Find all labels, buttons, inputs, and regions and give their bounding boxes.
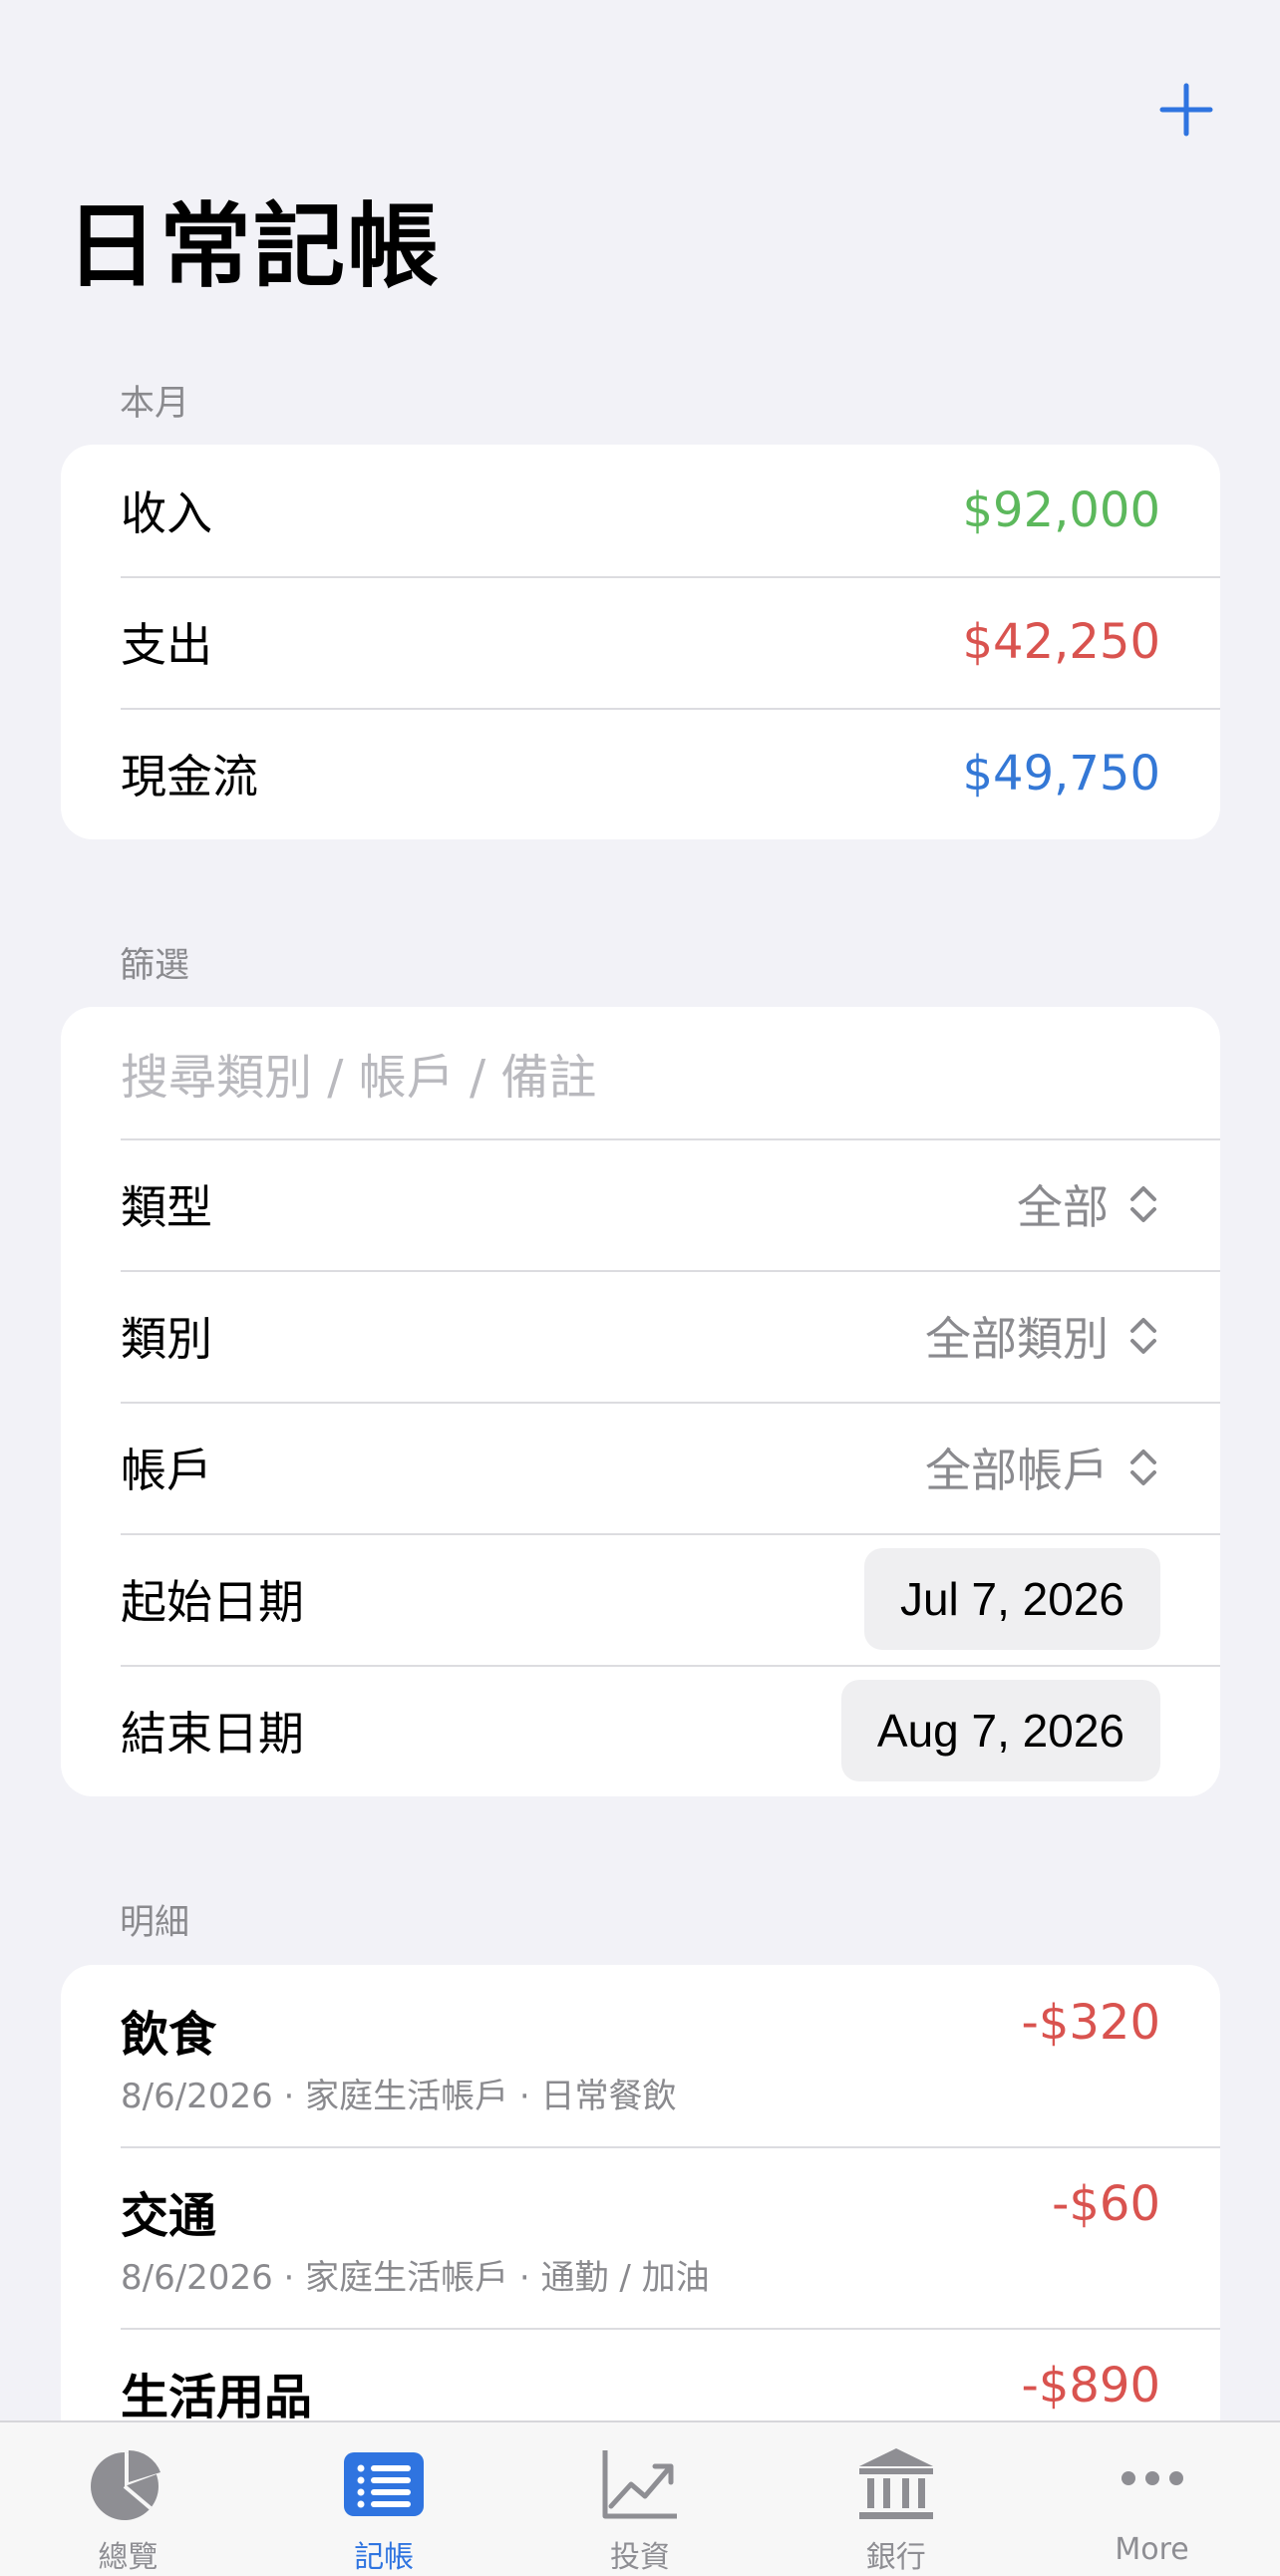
transaction-meta: 8/6/2026 · 家庭生活帳戶 · 日常餐飲 (121, 2077, 677, 2116)
chevron-up-down-icon (1126, 1311, 1160, 1361)
expense-row: 支出 $42,250 (61, 576, 1220, 708)
tab-label: More (1115, 2532, 1189, 2567)
transaction-row[interactable]: 交通 8/6/2026 · 家庭生活帳戶 · 通勤 / 加油 -$60 (61, 2146, 1220, 2328)
tab-overview[interactable]: 總覽 (0, 2422, 256, 2576)
account-filter-row[interactable]: 帳戶 全部帳戶 (61, 1402, 1220, 1533)
category-picker-value: 全部類別 (925, 1312, 1109, 1366)
income-value: $92,000 (962, 483, 1161, 538)
account-filter-label: 帳戶 (121, 1444, 212, 1497)
pie-chart-icon (85, 2444, 170, 2524)
type-picker[interactable]: 全部 (1017, 1171, 1160, 1237)
end-date-row: 結束日期 Aug 7, 2026 (61, 1665, 1220, 1796)
details-card: 飲食 8/6/2026 · 家庭生活帳戶 · 日常餐飲 -$320 交通 8/6… (61, 1965, 1220, 2420)
tab-bar: 總覽 記帳 投資 銀行 More (0, 2420, 1280, 2576)
cashflow-value: $49,750 (962, 746, 1161, 802)
tab-investment[interactable]: 投資 (512, 2422, 769, 2576)
tab-label: 記帳 (354, 2540, 415, 2575)
end-date-label: 結束日期 (121, 1707, 304, 1761)
end-date-picker[interactable]: Aug 7, 2026 (840, 1680, 1160, 1781)
more-icon (1110, 2444, 1195, 2524)
line-chart-icon (597, 2444, 683, 2524)
add-button[interactable] (1156, 80, 1216, 140)
details-section-header: 明細 (120, 1903, 190, 1943)
transaction-category: 交通 (121, 2188, 217, 2244)
plus-icon (1159, 83, 1213, 137)
type-filter-row[interactable]: 類型 全部 (61, 1138, 1220, 1270)
start-date-label: 起始日期 (121, 1575, 304, 1629)
transaction-amount: -$60 (1052, 2176, 1160, 2232)
chevron-up-down-icon (1126, 1443, 1160, 1492)
cashflow-label: 現金流 (121, 750, 258, 804)
account-picker-value: 全部帳戶 (925, 1444, 1109, 1497)
category-filter-label: 類別 (121, 1312, 212, 1366)
category-filter-row[interactable]: 類別 全部類別 (61, 1270, 1220, 1402)
tab-bookkeeping[interactable]: 記帳 (256, 2422, 512, 2576)
cashflow-row: 現金流 $49,750 (61, 708, 1220, 839)
transaction-category: 飲食 (121, 2007, 217, 2063)
expense-value: $42,250 (962, 614, 1161, 670)
tab-more[interactable]: More (1024, 2422, 1280, 2576)
chevron-up-down-icon (1126, 1179, 1160, 1229)
page-title: 日常記帳 (66, 193, 442, 300)
search-row[interactable]: 搜尋類別 / 帳戶 / 備註 (61, 1007, 1220, 1138)
tab-label: 總覽 (98, 2540, 159, 2575)
transaction-meta: 8/6/2026 · 家庭生活帳戶 · 通勤 / 加油 (121, 2258, 710, 2298)
filter-card: 搜尋類別 / 帳戶 / 備註 類型 全部 類別 全部類別 帳戶 全部帳戶 起始日… (61, 1007, 1220, 1796)
bank-icon (853, 2444, 939, 2524)
list-icon (341, 2444, 427, 2524)
summary-card: 收入 $92,000 支出 $42,250 現金流 $49,750 (61, 445, 1220, 839)
summary-section-header: 本月 (120, 384, 190, 424)
account-picker[interactable]: 全部帳戶 (925, 1435, 1160, 1500)
filter-section-header: 篩選 (120, 946, 190, 986)
expense-label: 支出 (121, 618, 212, 672)
transaction-amount: -$320 (1021, 1995, 1160, 2051)
transaction-row[interactable]: 生活用品 -$890 (61, 2328, 1220, 2420)
tab-label: 銀行 (865, 2540, 926, 2575)
income-label: 收入 (121, 486, 212, 540)
transaction-row[interactable]: 飲食 8/6/2026 · 家庭生活帳戶 · 日常餐飲 -$320 (61, 1965, 1220, 2146)
tab-label: 投資 (609, 2540, 670, 2575)
start-date-picker[interactable]: Jul 7, 2026 (863, 1548, 1160, 1650)
category-picker[interactable]: 全部類別 (925, 1303, 1160, 1369)
type-picker-value: 全部 (1017, 1180, 1109, 1234)
tab-bank[interactable]: 銀行 (768, 2422, 1024, 2576)
search-input[interactable]: 搜尋類別 / 帳戶 / 備註 (121, 1038, 596, 1108)
transaction-amount: -$890 (1021, 2358, 1160, 2414)
transaction-category: 生活用品 (121, 2370, 313, 2420)
start-date-row: 起始日期 Jul 7, 2026 (61, 1533, 1220, 1665)
income-row: 收入 $92,000 (61, 445, 1220, 576)
type-filter-label: 類型 (121, 1180, 212, 1234)
